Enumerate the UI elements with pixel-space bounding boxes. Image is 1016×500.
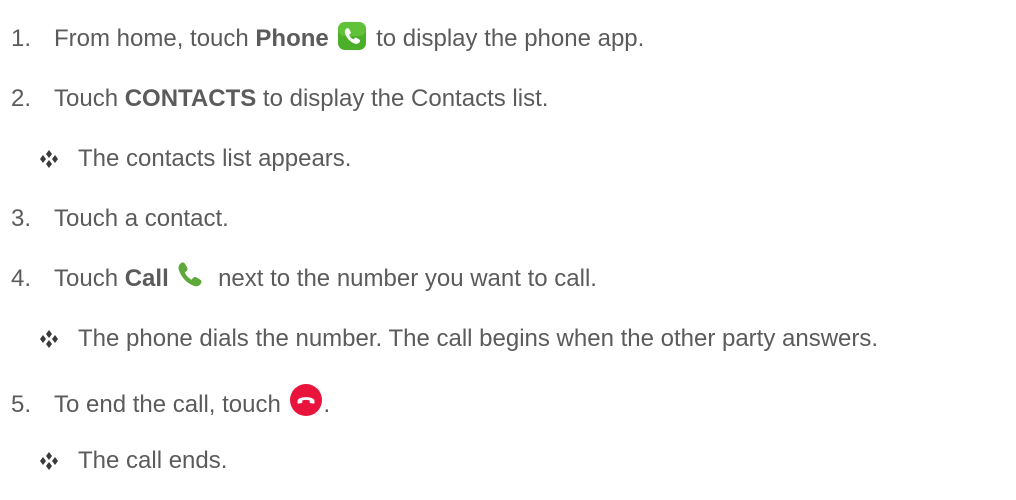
step-number: 4. [11, 265, 32, 292]
step-text-lead: Touch [54, 85, 125, 112]
step-keyword-phone: Phone [255, 25, 329, 52]
step-text: To end the call, touch . [54, 383, 331, 420]
diamond-bullet-icon [40, 452, 58, 470]
phone-app-icon [338, 21, 367, 50]
step-text-trail: . [323, 391, 331, 418]
diamond-bullet-icon [40, 150, 58, 168]
step-text-trail: to display the Contacts list. [256, 85, 549, 112]
step-text-trail: to display the phone app. [369, 25, 645, 52]
end-call-icon [290, 383, 323, 416]
step-text: Touch Call next to the number you want t… [54, 262, 597, 294]
step-number: 3. [11, 205, 32, 232]
step-text: Touch CONTACTS to display the Contacts l… [54, 84, 548, 114]
call-icon [178, 262, 202, 286]
step-number: 1. [11, 25, 32, 52]
step-text-lead: Touch [54, 265, 125, 292]
diamond-bullet-icon [40, 330, 58, 348]
step-text: From home, touch Phone to display the ph… [54, 21, 645, 54]
result-text: The phone dials the number. The call beg… [78, 325, 879, 352]
step-number: 5. [11, 391, 32, 418]
step-number: 2. [11, 85, 32, 112]
step-text-lead: From home, touch [54, 25, 256, 52]
step-text-lead: To end the call, touch [54, 391, 288, 418]
step-text: Touch a contact. [54, 205, 229, 232]
instructions-document: 1. From home, touch Phone to display the… [0, 0, 1016, 500]
result-text: The contacts list appears. [78, 145, 352, 172]
step-text-trail: next to the number you want to call. [211, 265, 597, 292]
step-keyword-call: Call [124, 265, 169, 292]
step-keyword-contacts: CONTACTS [124, 85, 257, 112]
result-text: The call ends. [78, 447, 228, 474]
